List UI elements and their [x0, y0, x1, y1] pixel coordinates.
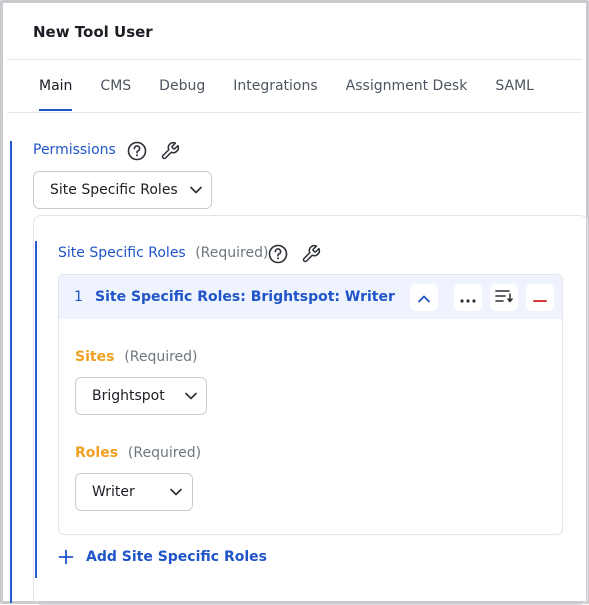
- remove-button[interactable]: [526, 284, 554, 311]
- site-specific-roles-bar: [35, 241, 37, 578]
- sites-field-label: Sites (Required): [75, 349, 198, 365]
- sites-label: Sites: [75, 349, 115, 365]
- plus-icon: [58, 549, 78, 565]
- roles-select-value: Writer: [92, 484, 135, 500]
- chevron-down-icon: [181, 186, 211, 194]
- help-icon[interactable]: [126, 140, 148, 162]
- more-icon: [460, 288, 476, 307]
- permissions-select[interactable]: Site Specific Roles: [33, 171, 212, 209]
- required-text: (Required): [195, 245, 269, 261]
- header-divider: [7, 59, 582, 60]
- tab-integrations[interactable]: Integrations: [219, 63, 331, 112]
- role-item-card: 1 Site Specific Roles: Brightspot: Write…: [58, 274, 563, 535]
- chevron-down-icon: [176, 392, 206, 400]
- tab-cms[interactable]: CMS: [86, 63, 145, 112]
- sites-select-value: Brightspot: [92, 388, 165, 404]
- chevron-up-icon: [418, 288, 430, 307]
- role-item-title: Site Specific Roles: Brightspot: Writer: [95, 289, 395, 305]
- site-specific-roles-title: Site Specific Roles: [58, 245, 186, 261]
- tab-bar: Main CMS Debug Integrations Assignment D…: [25, 63, 548, 112]
- collapse-button[interactable]: [410, 284, 438, 311]
- sort-list-icon: [495, 288, 513, 307]
- wrench-icon[interactable]: [300, 243, 322, 265]
- window-frame: New Tool User Main CMS Debug Integration…: [0, 0, 589, 605]
- more-options-button[interactable]: [454, 284, 482, 311]
- tab-saml[interactable]: SAML: [481, 63, 548, 112]
- role-item-header[interactable]: 1 Site Specific Roles: Brightspot: Write…: [59, 275, 562, 319]
- roles-label: Roles: [75, 445, 119, 461]
- add-site-specific-roles-label: Add Site Specific Roles: [86, 549, 267, 565]
- tab-assignment-desk[interactable]: Assignment Desk: [332, 63, 482, 112]
- minus-icon: [533, 288, 547, 307]
- roles-field-label: Roles (Required): [75, 445, 201, 461]
- site-specific-roles-label: Site Specific Roles (Required): [58, 245, 268, 261]
- page-title: New Tool User: [33, 23, 153, 41]
- reorder-button[interactable]: [490, 284, 518, 311]
- required-text: (Required): [127, 445, 202, 461]
- required-text: (Required): [124, 349, 198, 365]
- wrench-icon[interactable]: [159, 140, 181, 162]
- permissions-label: Permissions: [33, 142, 116, 158]
- tab-main[interactable]: Main: [25, 63, 86, 112]
- roles-select[interactable]: Writer: [75, 473, 193, 511]
- tabs-divider: [7, 112, 582, 113]
- permissions-select-value: Site Specific Roles: [50, 182, 178, 198]
- chevron-down-icon: [160, 488, 192, 496]
- tab-debug[interactable]: Debug: [145, 63, 219, 112]
- sites-select[interactable]: Brightspot: [75, 377, 207, 415]
- permissions-section-bar: [10, 141, 12, 603]
- role-item-number: 1: [74, 289, 83, 305]
- add-site-specific-roles-button[interactable]: Add Site Specific Roles: [58, 549, 267, 565]
- help-icon[interactable]: [267, 243, 289, 265]
